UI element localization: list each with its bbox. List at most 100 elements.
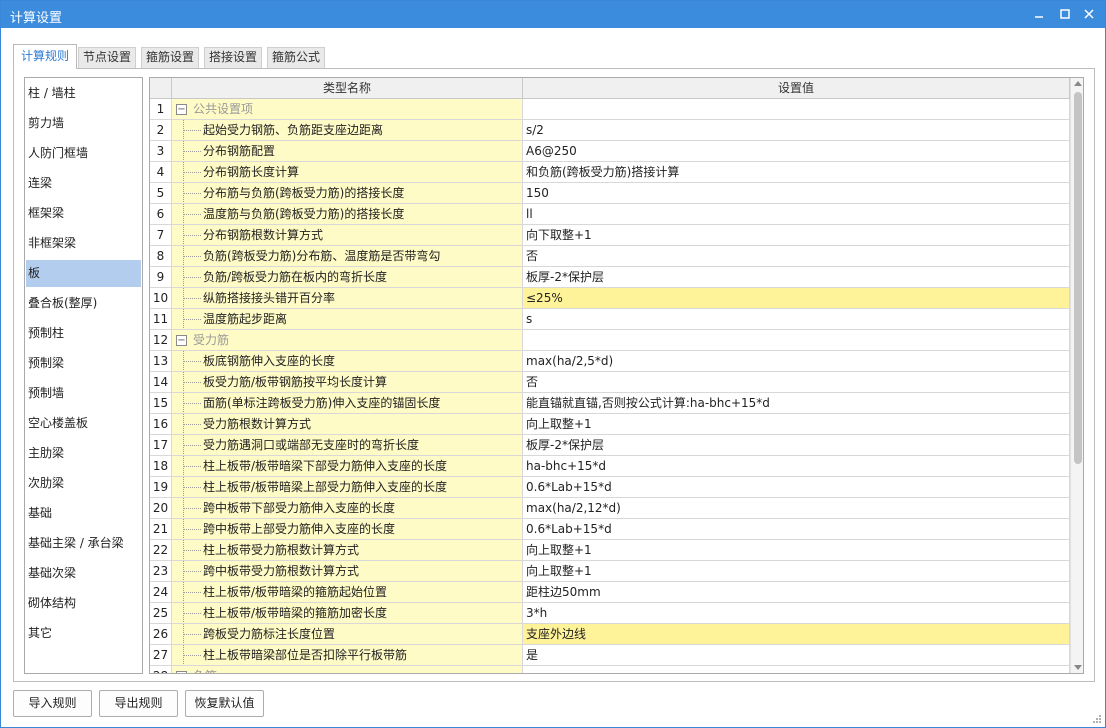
scrollbar-thumb[interactable] [1074, 92, 1082, 464]
type-name-cell[interactable]: 分布钢筋长度计算 [172, 162, 523, 183]
table-row[interactable]: 18 柱上板带/板带暗梁下部受力筋伸入支座的长度 ha-bhc+15*d [150, 456, 1070, 477]
table-row[interactable]: 19 柱上板带/板带暗梁上部受力筋伸入支座的长度 0.6*Lab+15*d [150, 477, 1070, 498]
group-name-cell[interactable]: − 负筋 [172, 666, 523, 673]
tab-node-settings[interactable]: 节点设置 [78, 47, 136, 68]
type-name-cell[interactable]: 温度筋与负筋(跨板受力筋)的搭接长度 [172, 204, 523, 225]
close-icon[interactable] [1077, 4, 1101, 24]
setting-value-cell[interactable]: 3*h [523, 603, 1070, 624]
type-name-cell[interactable]: 面筋(单标注跨板受力筋)伸入支座的锚固长度 [172, 393, 523, 414]
tab-lap-settings[interactable]: 搭接设置 [204, 47, 262, 68]
setting-value-cell[interactable]: 能直锚就直锚,否则按公式计算:ha-bhc+15*d [523, 393, 1070, 414]
type-name-cell[interactable]: 柱上板带/板带暗梁上部受力筋伸入支座的长度 [172, 477, 523, 498]
type-name-cell[interactable]: 分布筋与负筋(跨板受力筋)的搭接长度 [172, 183, 523, 204]
table-row[interactable]: 5 分布筋与负筋(跨板受力筋)的搭接长度 150 [150, 183, 1070, 204]
table-row[interactable]: 17 受力筋遇洞口或端部无支座时的弯折长度 板厚-2*保护层 [150, 435, 1070, 456]
table-row[interactable]: 8 负筋(跨板受力筋)分布筋、温度筋是否带弯勾 否 [150, 246, 1070, 267]
group-name-cell[interactable]: − 受力筋 [172, 330, 523, 351]
setting-value-cell[interactable]: 是 [523, 645, 1070, 666]
table-row[interactable]: 1− 公共设置项 [150, 99, 1070, 120]
collapse-minus-icon[interactable]: − [176, 671, 187, 673]
type-name-cell[interactable]: 柱上板带受力筋根数计算方式 [172, 540, 523, 561]
table-row[interactable]: 6 温度筋与负筋(跨板受力筋)的搭接长度 ll [150, 204, 1070, 225]
sidebar-item[interactable]: 非框架梁 [26, 230, 141, 257]
type-name-cell[interactable]: 跨中板带上部受力筋伸入支座的长度 [172, 519, 523, 540]
setting-value-cell[interactable]: ha-bhc+15*d [523, 456, 1070, 477]
table-row[interactable]: 13 板底钢筋伸入支座的长度 max(ha/2,5*d) [150, 351, 1070, 372]
table-row[interactable]: 2 起始受力钢筋、负筋距支座边距离 s/2 [150, 120, 1070, 141]
table-row[interactable]: 12− 受力筋 [150, 330, 1070, 351]
restore-defaults-button[interactable]: 恢复默认值 [185, 690, 264, 717]
setting-value-cell[interactable]: 和负筋(跨板受力筋)搭接计算 [523, 162, 1070, 183]
export-rules-button[interactable]: 导出规则 [99, 690, 178, 717]
setting-value-cell[interactable]: max(ha/2,12*d) [523, 498, 1070, 519]
setting-value-cell[interactable]: ≤25% [523, 288, 1070, 309]
sidebar-item[interactable]: 框架梁 [26, 200, 141, 227]
title-bar[interactable]: 计算设置 [1, 1, 1105, 28]
type-name-cell[interactable]: 温度筋起步距离 [172, 309, 523, 330]
setting-value-cell[interactable]: 向上取整+1 [523, 561, 1070, 582]
setting-value-cell[interactable]: A6@250 [523, 141, 1070, 162]
type-name-cell[interactable]: 负筋/跨板受力筋在板内的弯折长度 [172, 267, 523, 288]
table-row[interactable]: 24 柱上板带/板带暗梁的箍筋起始位置 距柱边50mm [150, 582, 1070, 603]
table-row[interactable]: 15 面筋(单标注跨板受力筋)伸入支座的锚固长度 能直锚就直锚,否则按公式计算:ha… [150, 393, 1070, 414]
type-name-cell[interactable]: 纵筋搭接接头错开百分率 [172, 288, 523, 309]
table-row[interactable]: 11 温度筋起步距离 s [150, 309, 1070, 330]
sidebar-item[interactable]: 预制柱 [26, 320, 141, 347]
type-name-cell[interactable]: 跨板受力筋标注长度位置 [172, 624, 523, 645]
type-name-cell[interactable]: 板受力筋/板带钢筋按平均长度计算 [172, 372, 523, 393]
sidebar-item[interactable]: 预制梁 [26, 350, 141, 377]
minimize-icon[interactable] [1027, 4, 1051, 24]
setting-value-cell[interactable]: s [523, 309, 1070, 330]
setting-value-cell[interactable]: 向上取整+1 [523, 540, 1070, 561]
tab-stirrup-settings[interactable]: 箍筋设置 [141, 47, 199, 68]
sidebar-item[interactable]: 柱 / 墙柱 [26, 80, 141, 107]
type-name-cell[interactable]: 受力筋遇洞口或端部无支座时的弯折长度 [172, 435, 523, 456]
type-name-cell[interactable]: 负筋(跨板受力筋)分布筋、温度筋是否带弯勾 [172, 246, 523, 267]
scroll-down-arrow-icon[interactable] [1074, 665, 1082, 670]
group-name-cell[interactable]: − 公共设置项 [172, 99, 523, 120]
type-name-cell[interactable]: 柱上板带/板带暗梁下部受力筋伸入支座的长度 [172, 456, 523, 477]
sidebar-item[interactable]: 次肋梁 [26, 470, 141, 497]
table-row[interactable]: 14 板受力筋/板带钢筋按平均长度计算 否 [150, 372, 1070, 393]
table-row[interactable]: 10 纵筋搭接接头错开百分率 ≤25% [150, 288, 1070, 309]
setting-value-cell[interactable]: 向下取整+1 [523, 225, 1070, 246]
tab-stirrup-formula[interactable]: 箍筋公式 [267, 47, 325, 68]
sidebar-item[interactable]: 叠合板(整厚) [26, 290, 141, 317]
setting-value-cell[interactable]: 板厚-2*保护层 [523, 435, 1070, 456]
table-row[interactable]: 21 跨中板带上部受力筋伸入支座的长度 0.6*Lab+15*d [150, 519, 1070, 540]
sidebar-item[interactable]: 板 [26, 260, 141, 287]
sidebar-item[interactable]: 预制墙 [26, 380, 141, 407]
sidebar-item[interactable]: 人防门框墙 [26, 140, 141, 167]
type-name-cell[interactable]: 起始受力钢筋、负筋距支座边距离 [172, 120, 523, 141]
table-row[interactable]: 9 负筋/跨板受力筋在板内的弯折长度 板厚-2*保护层 [150, 267, 1070, 288]
setting-value-cell[interactable]: 150 [523, 183, 1070, 204]
component-type-list[interactable]: 柱 / 墙柱 剪力墙 人防门框墙 连梁 框架梁 非框架梁板叠合板(整厚) 预制柱 预制梁 预制墙… [24, 77, 143, 674]
table-row[interactable]: 3 分布钢筋配置 A6@250 [150, 141, 1070, 162]
table-row[interactable]: 22 柱上板带受力筋根数计算方式 向上取整+1 [150, 540, 1070, 561]
table-row[interactable]: 27 柱上板带暗梁部位是否扣除平行板带筋 是 [150, 645, 1070, 666]
setting-value-cell[interactable]: 0.6*Lab+15*d [523, 519, 1070, 540]
table-row[interactable]: 7 分布钢筋根数计算方式 向下取整+1 [150, 225, 1070, 246]
setting-value-cell[interactable]: 支座外边线 [523, 624, 1070, 645]
type-name-cell[interactable]: 柱上板带/板带暗梁的箍筋起始位置 [172, 582, 523, 603]
table-row[interactable]: 16 受力筋根数计算方式 向上取整+1 [150, 414, 1070, 435]
table-row[interactable]: 25 柱上板带/板带暗梁的箍筋加密长度 3*h [150, 603, 1070, 624]
table-row[interactable]: 4 分布钢筋长度计算 和负筋(跨板受力筋)搭接计算 [150, 162, 1070, 183]
table-row[interactable]: 23 跨中板带受力筋根数计算方式 向上取整+1 [150, 561, 1070, 582]
sidebar-item[interactable]: 基础次梁 [26, 560, 141, 587]
setting-value-cell[interactable]: 板厚-2*保护层 [523, 267, 1070, 288]
setting-value-cell[interactable] [523, 99, 1070, 120]
sidebar-item[interactable]: 空心楼盖板 [26, 410, 141, 437]
sidebar-item[interactable]: 砌体结构 [26, 590, 141, 617]
type-name-cell[interactable]: 受力筋根数计算方式 [172, 414, 523, 435]
import-rules-button[interactable]: 导入规则 [13, 690, 92, 717]
collapse-minus-icon[interactable]: − [176, 335, 187, 346]
setting-value-cell[interactable]: 距柱边50mm [523, 582, 1070, 603]
type-name-cell[interactable]: 跨中板带受力筋根数计算方式 [172, 561, 523, 582]
sidebar-item[interactable]: 基础主梁 / 承台梁 [26, 530, 141, 557]
sidebar-item[interactable]: 基础 [26, 500, 141, 527]
type-name-cell[interactable]: 跨中板带下部受力筋伸入支座的长度 [172, 498, 523, 519]
resize-grip-icon[interactable] [1092, 714, 1102, 724]
table-row[interactable]: 20 跨中板带下部受力筋伸入支座的长度 max(ha/2,12*d) [150, 498, 1070, 519]
sidebar-item[interactable]: 主肋梁 [26, 440, 141, 467]
